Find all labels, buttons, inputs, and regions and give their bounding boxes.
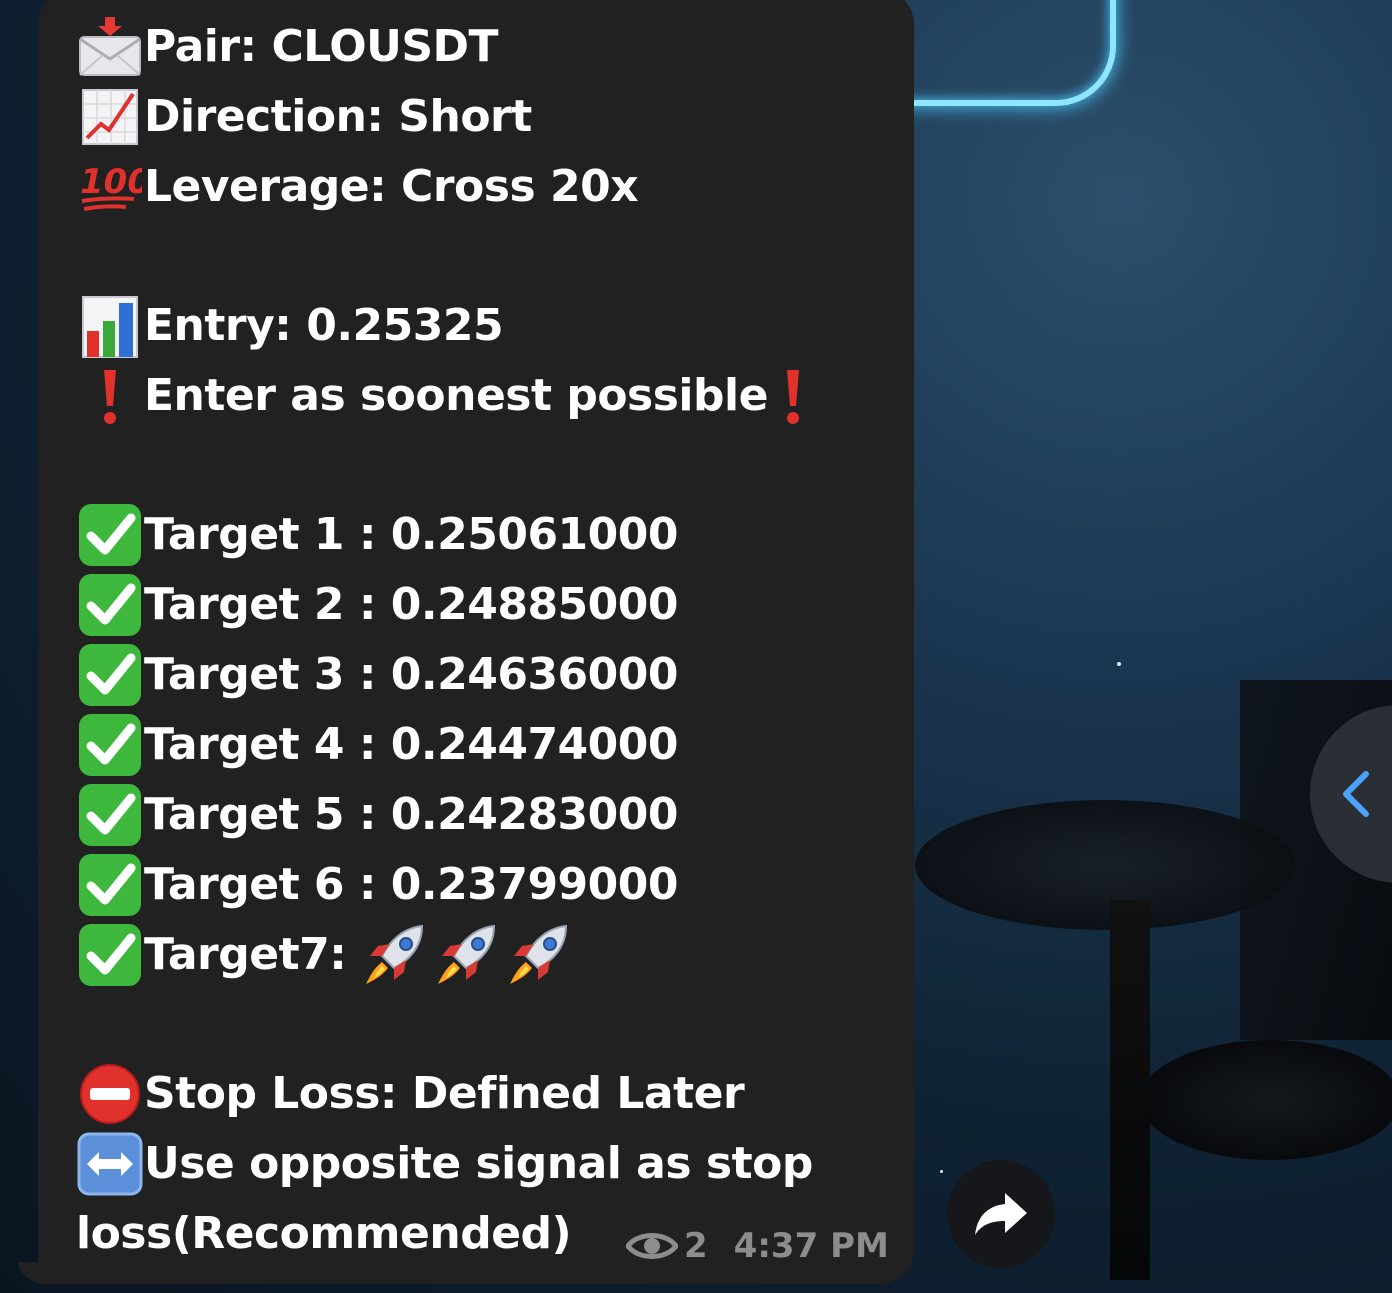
check-mark-button-icon (76, 783, 144, 847)
stool-silhouette (1140, 1040, 1392, 1160)
message-line: Stop Loss: Defined Later (76, 1059, 896, 1129)
target-line: Target 1 : 0.25061000 (76, 500, 896, 570)
forward-button[interactable] (947, 1160, 1055, 1268)
message-line: Use opposite signal as stop (76, 1129, 896, 1199)
target-line: Target 5 : 0.24283000 (76, 780, 896, 850)
rocket-icon (366, 924, 424, 984)
forward-arrow-icon (973, 1191, 1029, 1237)
message-line: Pair: CLOUSDT (76, 12, 896, 82)
recommended-text: loss(Recommended) (76, 1208, 572, 1259)
pair-text: Pair: CLOUSDT (144, 21, 499, 72)
neon-light-decoration (880, 0, 1116, 106)
no-entry-icon (76, 1062, 144, 1126)
check-mark-button-icon (76, 923, 144, 987)
target-line: Target 6 : 0.23799000 (76, 850, 896, 920)
exclamation-mark-icon (768, 364, 818, 428)
target-line: Target 4 : 0.24474000 (76, 710, 896, 780)
direction-text: Direction: Short (144, 91, 532, 142)
leverage-text: Leverage: Cross 20x (144, 161, 639, 212)
target-5-text: Target 5 : 0.24283000 (144, 789, 679, 840)
message-line: Direction: Short (76, 82, 896, 152)
target-1-text: Target 1 : 0.25061000 (144, 509, 679, 560)
message-line: Enter as soonest possible (76, 361, 896, 431)
stop-loss-text: Stop Loss: Defined Later (144, 1068, 745, 1119)
view-count: 2 (684, 1226, 708, 1266)
target-7-text: Target7: (144, 929, 347, 980)
incoming-envelope-icon (76, 15, 144, 79)
target-line: Target 2 : 0.24885000 (76, 570, 896, 640)
check-mark-button-icon (76, 573, 144, 637)
table-silhouette (915, 800, 1295, 930)
rocket-icon (438, 924, 496, 984)
star-dot (940, 1170, 943, 1173)
check-mark-button-icon (76, 643, 144, 707)
bar-chart-icon (76, 294, 144, 358)
message-time: 4:37 PM (733, 1226, 889, 1266)
target-6-text: Target 6 : 0.23799000 (144, 859, 679, 910)
svg-text:100: 100 (80, 162, 142, 202)
exclamation-mark-icon (76, 364, 144, 428)
star-dot (1117, 662, 1121, 666)
check-mark-button-icon (76, 503, 144, 567)
target-4-text: Target 4 : 0.24474000 (144, 719, 679, 770)
message-line: Entry: 0.25325 (76, 291, 896, 361)
check-mark-button-icon (76, 853, 144, 917)
hundred-points-icon: 100 (76, 155, 144, 219)
rocket-icon (510, 924, 568, 984)
enter-notice-text: Enter as soonest possible (144, 370, 768, 421)
rocket-icons (360, 922, 572, 988)
message-line: 100 Leverage: Cross 20x (76, 152, 896, 222)
entry-text: Entry: 0.25325 (144, 300, 504, 351)
chevron-left-icon (1338, 770, 1372, 818)
message-meta: 2 4:37 PM (626, 1224, 889, 1268)
chart-increasing-icon (76, 85, 144, 149)
eye-icon (626, 1228, 678, 1264)
check-mark-button-icon (76, 713, 144, 777)
target-line: Target 3 : 0.24636000 (76, 640, 896, 710)
target-2-text: Target 2 : 0.24885000 (144, 579, 679, 630)
opposite-signal-text: Use opposite signal as stop (144, 1138, 813, 1189)
target-3-text: Target 3 : 0.24636000 (144, 649, 679, 700)
left-right-arrow-icon (76, 1132, 144, 1196)
target-line: Target7: (76, 920, 896, 990)
message-text: Pair: CLOUSDT Direction: Short 100 Lever… (76, 12, 896, 1269)
